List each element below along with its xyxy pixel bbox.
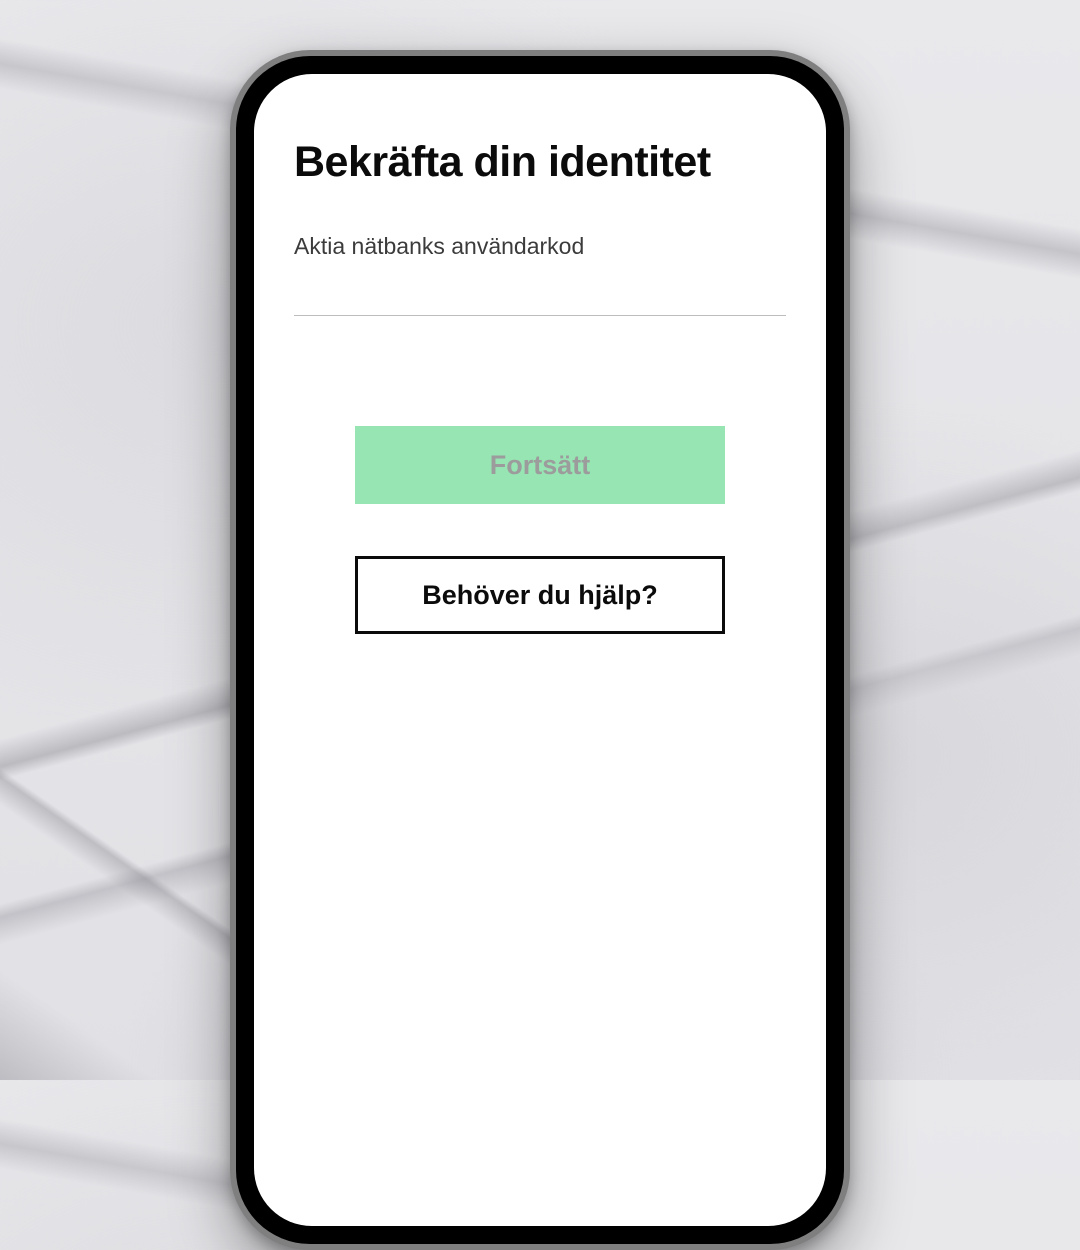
phone-frame: Bekräfta din identitet Aktia nätbanks an… xyxy=(230,50,850,1250)
help-button[interactable]: Behöver du hjälp? xyxy=(355,556,725,634)
phone-bezel: Bekräfta din identitet Aktia nätbanks an… xyxy=(236,56,844,1244)
button-group: Fortsätt Behöver du hjälp? xyxy=(294,426,786,634)
usercode-input[interactable] xyxy=(294,260,786,316)
continue-button[interactable]: Fortsätt xyxy=(355,426,725,504)
app-screen: Bekräfta din identitet Aktia nätbanks an… xyxy=(254,74,826,1226)
page-title: Bekräfta din identitet xyxy=(294,138,786,187)
usercode-label: Aktia nätbanks användarkod xyxy=(294,233,584,259)
